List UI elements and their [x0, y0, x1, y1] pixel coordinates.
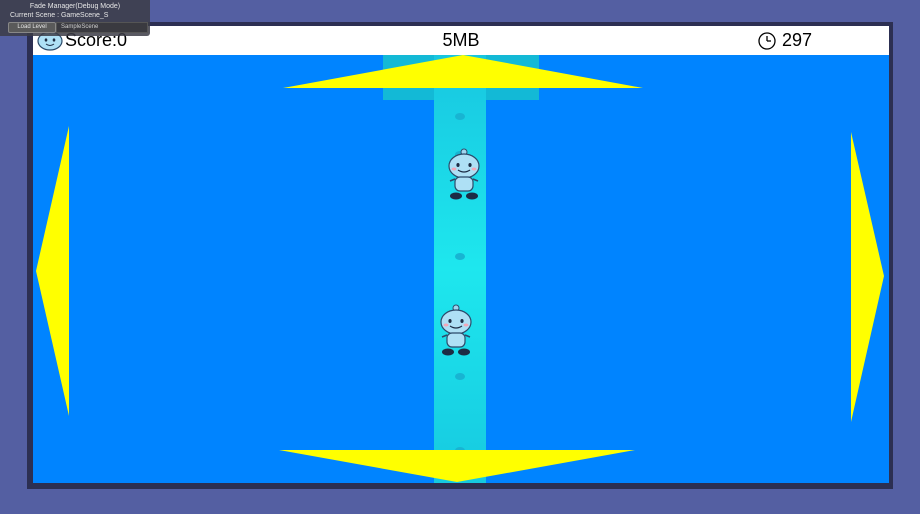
arrow-up[interactable]	[283, 55, 643, 89]
load-level-button[interactable]: Load Level	[8, 22, 56, 33]
arrow-right[interactable]	[851, 132, 885, 422]
debug-panel: Fade Manager(Debug Mode) Current Scene :…	[0, 0, 150, 36]
arrow-down[interactable]	[279, 449, 635, 483]
arrow-left[interactable]	[36, 126, 70, 416]
character-lower	[440, 304, 472, 356]
road	[434, 55, 486, 483]
game-viewport[interactable]: Score:0 5MB 297	[33, 26, 889, 483]
clock-icon	[758, 32, 776, 50]
current-scene-label: Current Scene : GameScene_S	[10, 12, 109, 19]
character-upper	[448, 148, 480, 200]
timer-text: 297	[782, 30, 813, 50]
scene-name-field[interactable]: SampleScene	[56, 22, 148, 33]
debug-title: Fade Manager(Debug Mode)	[29, 3, 121, 10]
hud-bar: Score:0 5MB 297	[33, 26, 889, 55]
